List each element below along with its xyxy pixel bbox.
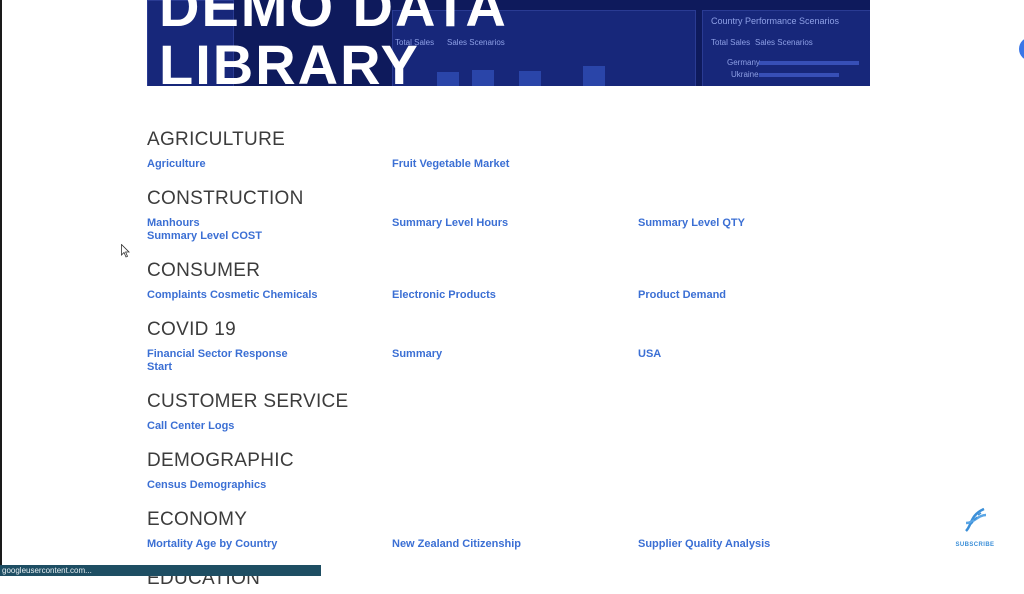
window-left-border (0, 0, 2, 576)
mouse-cursor-icon (121, 244, 130, 258)
category-links: Census Demographics (147, 479, 867, 492)
bg-bar (519, 71, 541, 86)
category-section: ECONOMY Mortality Age by Country New Zeala… (147, 505, 867, 551)
dataset-link[interactable]: New Zealand Citizenship (392, 538, 638, 551)
category-section: CUSTOMER SERVICE Call Center Logs (147, 387, 867, 433)
category-links: Manhours Summary Level Hours Summary Level… (147, 217, 867, 243)
dataset-link[interactable]: Agriculture (147, 158, 392, 171)
category-title: COVID 19 (147, 319, 236, 340)
category-section: COVID 19 Financial Sector Response Summary… (147, 315, 867, 374)
dataset-link[interactable]: Start (147, 361, 392, 374)
category-title: AGRICULTURE (147, 129, 286, 150)
category-title: CONSUMER (147, 260, 261, 281)
bg-row-label: Ukraine (731, 70, 759, 79)
category-title: CONSTRUCTION (147, 188, 304, 209)
bg-legend-total-2: Total Sales (711, 38, 751, 47)
dataset-link[interactable]: Product Demand (638, 289, 868, 302)
dataset-link[interactable]: Mortality Age by Country (147, 538, 392, 551)
dataset-link[interactable]: Summary (392, 348, 638, 361)
category-title: CUSTOMER SERVICE (147, 391, 349, 412)
dataset-link[interactable]: Manhours (147, 217, 392, 230)
category-section: CONSTRUCTION Manhours Summary Level Hours S… (147, 184, 867, 243)
banner-title-line1: DEMO DATA (159, 0, 508, 38)
banner-title-line2: LIBRARY (159, 33, 420, 87)
subscribe-logo[interactable]: SUBSCRIBE (950, 505, 1000, 548)
category-title: DEMOGRAPHIC (147, 450, 294, 471)
dataset-link[interactable]: Summary Level QTY (638, 217, 868, 230)
bg-hbar (759, 61, 859, 65)
category-links: Mortality Age by Country New Zealand Citi… (147, 538, 867, 551)
category-links: Financial Sector Response Summary USA Start (147, 348, 867, 374)
hero-banner: Total Sales Sales Scenarios Country Perf… (147, 0, 870, 86)
banner-title: DEMO DATA LIBRARY (159, 0, 508, 86)
status-bar: googleusercontent.com... (0, 565, 321, 576)
side-floating-button[interactable] (1019, 37, 1024, 61)
dataset-link[interactable]: Supplier Quality Analysis (638, 538, 868, 551)
dataset-link[interactable]: Summary Level COST (147, 230, 392, 243)
category-title: ECONOMY (147, 509, 248, 530)
category-section: DEMOGRAPHIC Census Demographics (147, 446, 867, 492)
category-section: AGRICULTURE Agriculture Fruit Vegetable Ma… (147, 125, 867, 171)
dataset-link[interactable]: Fruit Vegetable Market (392, 158, 638, 171)
dataset-link[interactable]: Summary Level Hours (392, 217, 638, 230)
dataset-link[interactable]: Census Demographics (147, 479, 392, 492)
category-list: AGRICULTURE Agriculture Fruit Vegetable Ma… (147, 125, 867, 594)
category-links: Call Center Logs (147, 420, 867, 433)
category-links: Agriculture Fruit Vegetable Market (147, 158, 867, 171)
category-section: CONSUMER Complaints Cosmetic Chemicals Ele… (147, 256, 867, 302)
dna-icon (965, 507, 987, 532)
dataset-link[interactable]: USA (638, 348, 868, 361)
dataset-link[interactable]: Electronic Products (392, 289, 638, 302)
subscribe-label: SUBSCRIBE (955, 542, 995, 548)
bg-hbar (759, 73, 839, 77)
dataset-link[interactable]: Complaints Cosmetic Chemicals (147, 289, 392, 302)
dataset-link[interactable]: Financial Sector Response (147, 348, 392, 361)
category-links: Complaints Cosmetic Chemicals Electronic … (147, 289, 867, 302)
bg-legend-scenario-2: Sales Scenarios (755, 38, 813, 47)
bg-bar (583, 66, 605, 86)
dataset-link[interactable]: Call Center Logs (147, 420, 392, 433)
bg-panel-title: Country Performance Scenarios (711, 16, 840, 26)
bg-row-label: Germany (727, 58, 760, 67)
